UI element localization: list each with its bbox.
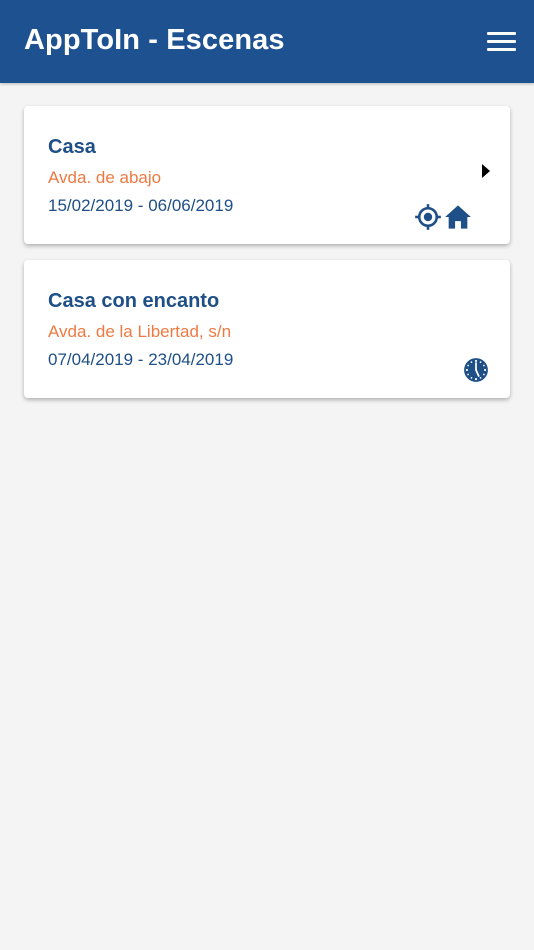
scene-dates: 07/04/2019 - 23/04/2019 [48,350,234,369]
scene-card-casa[interactable]: Casa Avda. de abajo 15/02/2019 - 06/06/2… [24,106,510,244]
scene-card-casa-con-encanto[interactable]: Casa con encanto Avda. de la Libertad, s… [24,260,510,398]
home-icon [445,205,471,229]
menu-bar-top [487,32,516,35]
chevron-right-icon [482,164,490,178]
menu-button[interactable] [476,22,526,62]
scene-dates: 15/02/2019 - 06/06/2019 [48,196,234,215]
scene-title: Casa [48,136,96,158]
scene-address: Avda. de abajo [48,168,162,187]
menu-bar-bottom [487,48,516,51]
scene-address: Avda. de la Libertad, s/n [48,322,232,341]
app-title: AppToIn - Escenas [24,24,285,56]
menu-bar-middle [487,40,516,43]
app-bar: AppToIn - Escenas [0,0,534,83]
clock-icon [464,358,488,382]
location-target-icon [415,204,441,230]
scene-title: Casa con encanto [48,290,220,312]
